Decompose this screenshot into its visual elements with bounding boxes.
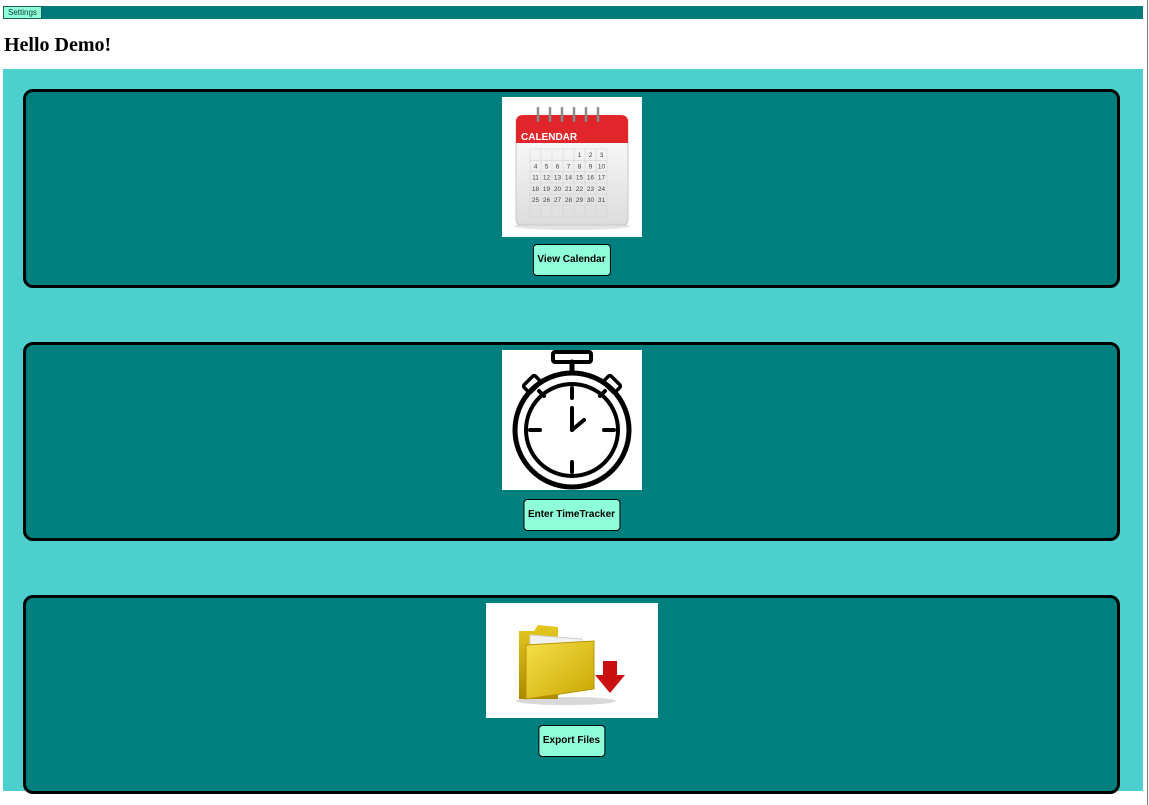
- calendar-day: 25: [531, 197, 539, 204]
- svg-text:CALENDAR: CALENDAR: [521, 132, 578, 143]
- calendar-icon: CALENDAR 1 2 3 4 5 6 7 8 9 10 11 12 13 14 15 16 17 18 19 20…: [501, 97, 642, 237]
- calendar-day: 29: [575, 197, 583, 204]
- calendar-day: 1: [577, 152, 581, 159]
- stopwatch-icon: [501, 350, 642, 490]
- calendar-day: 10: [597, 163, 605, 170]
- main-panel: CALENDAR 1 2 3 4 5 6 7 8 9 10 11 12 13 14 15 16 17 18 19 20…: [3, 69, 1143, 794]
- export-card: Export Files: [23, 595, 1120, 794]
- top-bar: Settings: [3, 6, 1143, 19]
- calendar-day: 23: [586, 186, 594, 193]
- greeting-heading: Hello Demo!: [4, 34, 112, 56]
- export-files-button[interactable]: Export Files: [537, 725, 606, 757]
- settings-button[interactable]: Settings: [3, 6, 42, 19]
- calendar-day: 27: [553, 197, 561, 204]
- calendar-day: 30: [586, 197, 594, 204]
- calendar-day: 28: [564, 197, 572, 204]
- calendar-day: 19: [542, 186, 550, 193]
- calendar-day: 22: [575, 186, 583, 193]
- calendar-day: 15: [575, 175, 583, 182]
- calendar-day: 3: [599, 152, 603, 159]
- calendar-day: 12: [542, 175, 550, 182]
- calendar-card: CALENDAR 1 2 3 4 5 6 7 8 9 10 11 12 13 14 15 16 17 18 19 20…: [23, 89, 1120, 288]
- calendar-day: 2: [588, 152, 592, 159]
- calendar-day: 18: [531, 186, 539, 193]
- calendar-day: 21: [564, 186, 572, 193]
- calendar-day: 7: [566, 163, 570, 170]
- calendar-day: 6: [555, 163, 559, 170]
- calendar-day: 9: [588, 163, 592, 170]
- calendar-day: 5: [544, 163, 548, 170]
- calendar-day: 14: [564, 175, 572, 182]
- calendar-day: 16: [586, 175, 594, 182]
- calendar-day: 11: [532, 175, 539, 182]
- timetracker-card: Enter TimeTracker: [23, 342, 1120, 541]
- folder-download-icon: [485, 603, 658, 718]
- calendar-day: 31: [597, 197, 605, 204]
- calendar-day: 24: [597, 186, 605, 193]
- calendar-day: 13: [553, 175, 561, 182]
- calendar-day: 4: [533, 163, 537, 170]
- calendar-day: 8: [577, 163, 581, 170]
- calendar-day: 17: [597, 175, 605, 182]
- view-calendar-button[interactable]: View Calendar: [532, 244, 611, 276]
- calendar-day: 20: [553, 186, 561, 193]
- enter-timetracker-button[interactable]: Enter TimeTracker: [522, 499, 621, 531]
- window-edge: [1147, 0, 1148, 805]
- calendar-day: 26: [542, 197, 550, 204]
